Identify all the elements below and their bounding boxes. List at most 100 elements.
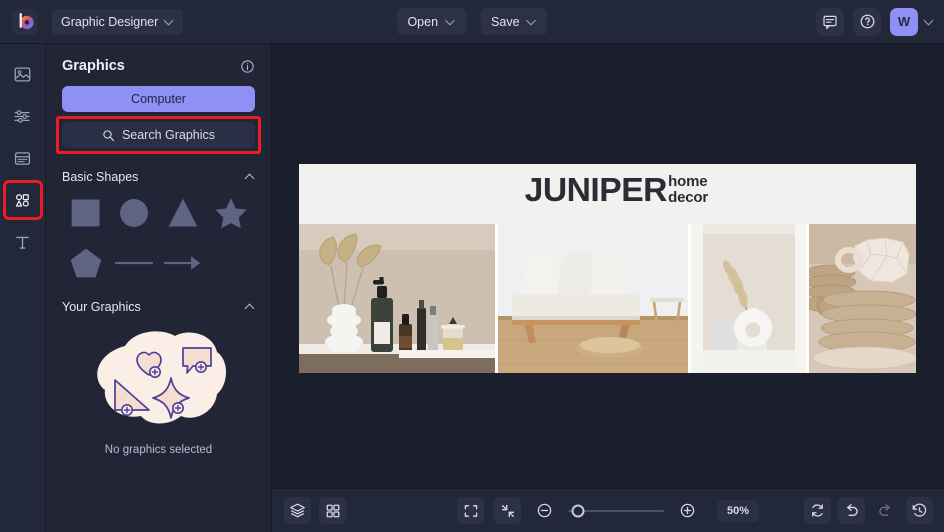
shapes-icon	[13, 191, 32, 210]
info-button[interactable]	[240, 59, 255, 74]
document-name-label: Graphic Designer	[61, 15, 158, 29]
undo-icon	[843, 502, 860, 519]
image-icon	[13, 65, 32, 84]
open-menu-label: Open	[407, 15, 438, 29]
shape-line[interactable]	[111, 242, 157, 284]
sidebar-item-images[interactable]	[7, 58, 39, 90]
sidebar-item-adjustments[interactable]	[7, 100, 39, 132]
history-clock-icon	[911, 502, 928, 519]
grid-button[interactable]	[319, 497, 346, 524]
tool-rail	[0, 44, 46, 532]
vase-and-bottles-photo[interactable]	[299, 224, 495, 373]
sidebar-item-text[interactable]	[7, 226, 39, 258]
document-name-chip[interactable]: Graphic Designer	[52, 9, 183, 35]
shape-circle[interactable]	[111, 192, 157, 234]
zoom-slider[interactable]	[568, 510, 664, 512]
save-menu-button[interactable]: Save	[480, 8, 548, 35]
canvas-stage[interactable]: JUNIPER home decor	[272, 44, 944, 488]
shape-triangle[interactable]	[160, 192, 206, 234]
graphics-panel: Graphics Computer Search Graphics	[46, 44, 272, 532]
graphics-placeholder-illustration	[83, 322, 235, 442]
your-graphics-label: Your Graphics	[62, 300, 141, 314]
sidebar-item-graphics[interactable]	[7, 184, 39, 216]
collapse-button[interactable]	[494, 497, 521, 524]
search-icon	[102, 129, 115, 142]
bottom-bar: 50%	[272, 488, 944, 532]
shape-arrow[interactable]	[160, 242, 206, 284]
help-button[interactable]	[853, 8, 881, 36]
redo-icon	[877, 502, 894, 519]
history-button[interactable]	[906, 497, 933, 524]
zoom-controls: 50%	[457, 497, 759, 524]
top-bar: Graphic Designer Open Save	[0, 0, 944, 44]
chevron-down-icon	[528, 17, 537, 26]
reset-button[interactable]	[804, 497, 831, 524]
design-canvas[interactable]: JUNIPER home decor	[299, 164, 916, 373]
search-graphics-wrapper: Search Graphics	[62, 122, 255, 148]
zoom-level-label[interactable]: 50%	[717, 500, 759, 522]
fit-to-screen-icon	[463, 503, 479, 519]
your-graphics-empty-state: No graphics selected	[62, 322, 255, 456]
your-graphics-section-header[interactable]: Your Graphics	[62, 300, 255, 314]
chevron-up-icon	[245, 302, 255, 312]
sidebar-item-templates[interactable]	[7, 142, 39, 174]
reset-icon	[809, 502, 826, 519]
account-chevron-down-icon[interactable]	[925, 17, 934, 26]
chevron-up-icon	[245, 172, 255, 182]
info-circle-icon	[240, 59, 255, 74]
grid-icon	[325, 503, 341, 519]
brand-lockup: JUNIPER home decor	[526, 173, 708, 206]
redo-button[interactable]	[872, 497, 899, 524]
top-bar-right-actions: W	[816, 8, 934, 36]
brand-tagline-line-1: home	[668, 174, 708, 189]
brand-tagline-line-2: decor	[668, 190, 708, 205]
avatar-initial: W	[898, 14, 910, 29]
save-menu-label: Save	[491, 15, 520, 29]
layers-button[interactable]	[284, 497, 311, 524]
fit-to-screen-button[interactable]	[457, 497, 484, 524]
search-input[interactable]: Search Graphics	[62, 122, 255, 148]
brand-name: JUNIPER	[524, 173, 666, 206]
help-circle-icon	[859, 13, 876, 30]
banner-photo-strip	[299, 224, 916, 373]
app-logo[interactable]	[12, 9, 38, 35]
basic-shapes-label: Basic Shapes	[62, 170, 138, 184]
basic-shapes-grid	[62, 192, 255, 284]
shape-square[interactable]	[63, 192, 109, 234]
undo-button[interactable]	[838, 497, 865, 524]
chevron-down-icon	[165, 17, 174, 26]
open-menu-button[interactable]: Open	[396, 8, 466, 35]
bottom-bar-right-tools	[804, 497, 933, 524]
chevron-down-icon	[446, 17, 455, 26]
shape-pentagon[interactable]	[63, 242, 109, 284]
shape-star[interactable]	[208, 192, 254, 234]
zoom-in-button[interactable]	[674, 497, 701, 524]
comment-button[interactable]	[816, 8, 844, 36]
zoom-in-icon	[679, 502, 696, 519]
sofa-photo[interactable]	[498, 224, 688, 373]
donut-vase-photo[interactable]	[691, 224, 806, 373]
comment-icon	[822, 14, 838, 30]
stacked-ceramics-photo[interactable]	[809, 224, 916, 373]
basic-shapes-section-header[interactable]: Basic Shapes	[62, 170, 255, 184]
zoom-out-icon	[536, 502, 553, 519]
search-input-text: Search Graphics	[122, 128, 215, 142]
top-bar-center-menus: Open Save	[396, 8, 547, 35]
bottom-bar-left-tools	[284, 497, 346, 524]
page-title: Graphics	[62, 58, 125, 74]
panel-header: Graphics	[62, 58, 255, 74]
computer-source-label: Computer	[131, 92, 186, 106]
banner-header-area: JUNIPER home decor	[299, 164, 916, 224]
zoom-out-button[interactable]	[531, 497, 558, 524]
brand-tagline: home decor	[665, 173, 708, 206]
empty-state-label: No graphics selected	[105, 444, 212, 456]
computer-source-button[interactable]: Computer	[62, 86, 255, 112]
zoom-slider-handle[interactable]	[571, 504, 584, 517]
layout-icon	[13, 149, 32, 168]
user-avatar[interactable]: W	[890, 8, 918, 36]
collapse-icon	[500, 503, 516, 519]
layers-icon	[289, 502, 306, 519]
text-t-icon	[13, 233, 32, 252]
sliders-icon	[13, 107, 32, 126]
app-root: Graphic Designer Open Save	[0, 0, 944, 532]
